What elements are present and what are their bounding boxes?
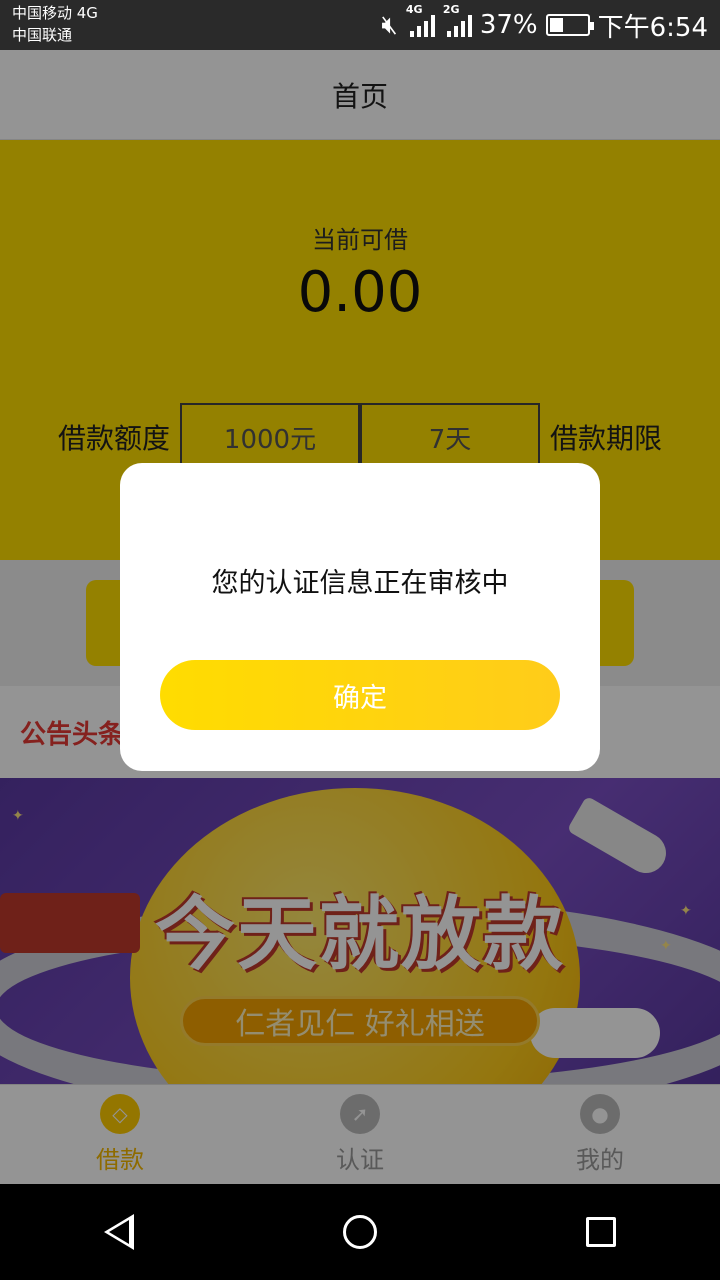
mute-icon: 🔇︎: [381, 9, 398, 40]
recent-apps-icon[interactable]: [585, 1217, 616, 1247]
carrier-info: 中国移动 4G 中国联通: [12, 2, 98, 46]
clock: 下午6:54: [597, 12, 708, 43]
carrier-primary: 中国移动 4G: [12, 4, 98, 22]
review-dialog: 您的认证信息正在审核中 确定: [120, 463, 600, 771]
back-icon[interactable]: [104, 1214, 135, 1250]
app-screen: 首页 当前可借 0.00 借款额度 1000元 7天 借款期限 公告头条 ✦ ✦…: [0, 50, 720, 1184]
battery-percent: 37%: [479, 10, 538, 40]
network-type-1: 4G: [405, 3, 423, 16]
carrier-secondary: 中国联通: [12, 26, 73, 44]
signal-icon-sim2: 2G: [443, 3, 472, 37]
battery-icon: [545, 14, 594, 36]
confirm-button[interactable]: 确定: [160, 660, 560, 730]
signal-icon-sim1: 4G: [406, 3, 435, 37]
network-type-2: 2G: [442, 3, 460, 16]
system-nav-bar: [0, 1184, 720, 1280]
status-icons: 🔇︎ 4G 2G 37% 下午6:54: [381, 0, 708, 50]
status-bar: 中国移动 4G 中国联通 🔇︎ 4G 2G 37% 下午6:54: [0, 0, 720, 50]
dialog-message: 您的认证信息正在审核中: [211, 568, 509, 599]
home-icon[interactable]: [342, 1215, 377, 1249]
